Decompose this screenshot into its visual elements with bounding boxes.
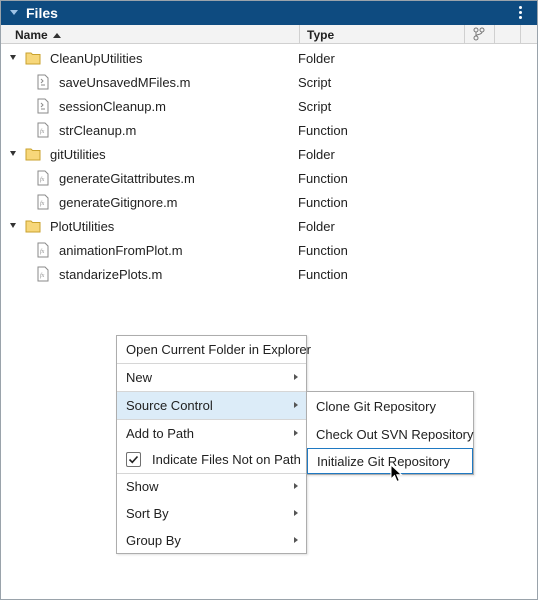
- menu-item-checkout-svn[interactable]: Check Out SVN Repository: [307, 421, 474, 448]
- tree-row-file[interactable]: saveUnsavedMFiles.m Script: [1, 70, 537, 94]
- tree-row-folder[interactable]: CleanUpUtilities Folder: [1, 46, 537, 70]
- script-file-icon: [37, 98, 49, 114]
- menu-item-sort-by[interactable]: Sort By: [117, 500, 306, 527]
- tree-item-label: animationFromPlot.m: [59, 243, 183, 258]
- context-menu: Open Current Folder in Explorer New Sour…: [116, 335, 311, 554]
- menu-item-label: Sort By: [126, 506, 169, 521]
- menu-item-label: New: [126, 370, 153, 385]
- checkmark-icon: [128, 455, 139, 464]
- submenu-arrow-icon: [294, 402, 298, 408]
- mouse-pointer-icon: [390, 464, 403, 483]
- tree-item-type: Function: [298, 171, 348, 186]
- tree-row-file[interactable]: fx strCleanup.m Function: [1, 118, 537, 142]
- svg-text:fx: fx: [40, 200, 45, 207]
- menu-item-label: Indicate Files Not on Path: [152, 452, 301, 467]
- tree-item-type: Function: [298, 123, 348, 138]
- tree-item-label: CleanUpUtilities: [50, 51, 143, 66]
- tree-item-type: Function: [298, 243, 348, 258]
- collapse-arrow-icon[interactable]: [10, 10, 18, 15]
- menu-item-show[interactable]: Show: [117, 473, 306, 500]
- function-file-icon: fx: [37, 122, 49, 138]
- column-divider[interactable]: [520, 25, 521, 44]
- function-file-icon: fx: [37, 170, 49, 186]
- tree-row-file[interactable]: fx generateGitattributes.m Function: [1, 166, 537, 190]
- expand-toggle-icon[interactable]: [10, 223, 16, 228]
- tree-item-label: strCleanup.m: [59, 123, 137, 138]
- expand-toggle-icon[interactable]: [10, 151, 16, 156]
- menu-item-add-to-path[interactable]: Add to Path: [117, 420, 306, 447]
- tree-item-type: Script: [298, 75, 332, 90]
- tree-row-file[interactable]: fx animationFromPlot.m Function: [1, 238, 537, 262]
- menu-item-label: Group By: [126, 533, 181, 548]
- source-control-submenu: Clone Git Repository Check Out SVN Repos…: [306, 391, 474, 475]
- column-divider[interactable]: [494, 25, 495, 44]
- script-file-icon: [37, 74, 49, 90]
- panel-titlebar: Files: [1, 1, 537, 25]
- menu-item-source-control[interactable]: Source Control: [117, 392, 306, 419]
- tree-item-label: gitUtilities: [50, 147, 106, 162]
- folder-icon: [25, 220, 41, 233]
- menu-item-label: Check Out SVN Repository: [316, 427, 474, 442]
- function-file-icon: fx: [37, 266, 49, 282]
- tree-item-label: generateGitignore.m: [59, 195, 178, 210]
- tree-item-type: Folder: [298, 147, 335, 162]
- menu-item-indicate-files[interactable]: Indicate Files Not on Path: [117, 446, 306, 473]
- tree-row-file[interactable]: fx standarizePlots.m Function: [1, 262, 537, 286]
- column-header: Name Type: [1, 25, 537, 44]
- svg-text:fx: fx: [40, 272, 45, 279]
- tree-item-type: Folder: [298, 51, 335, 66]
- menu-item-label: Show: [126, 479, 159, 494]
- git-branch-icon[interactable]: [472, 27, 486, 41]
- tree-item-label: sessionCleanup.m: [59, 99, 166, 114]
- menu-item-new[interactable]: New: [117, 364, 306, 391]
- folder-icon: [25, 52, 41, 65]
- submenu-arrow-icon: [294, 483, 298, 489]
- menu-item-label: Open Current Folder in Explorer: [126, 342, 311, 357]
- tree-item-label: saveUnsavedMFiles.m: [59, 75, 191, 90]
- tree-row-file[interactable]: fx generateGitignore.m Function: [1, 190, 537, 214]
- expand-toggle-icon[interactable]: [10, 55, 16, 60]
- svg-text:fx: fx: [40, 176, 45, 183]
- tree-row-folder[interactable]: PlotUtilities Folder: [1, 214, 537, 238]
- sort-ascending-icon: [53, 33, 61, 38]
- tree-item-type: Function: [298, 195, 348, 210]
- tree-row-folder[interactable]: gitUtilities Folder: [1, 142, 537, 166]
- menu-item-label: Source Control: [126, 398, 213, 413]
- submenu-arrow-icon: [294, 374, 298, 380]
- tree-item-type: Script: [298, 99, 332, 114]
- tree-item-type: Folder: [298, 219, 335, 234]
- tree-item-label: PlotUtilities: [50, 219, 115, 234]
- vertical-ellipsis-icon[interactable]: [517, 6, 525, 20]
- submenu-arrow-icon: [294, 430, 298, 436]
- menu-item-label: Add to Path: [126, 426, 194, 441]
- tree-item-label: generateGitattributes.m: [59, 171, 195, 186]
- function-file-icon: fx: [37, 194, 49, 210]
- folder-icon: [25, 148, 41, 161]
- svg-text:fx: fx: [40, 128, 45, 135]
- function-file-icon: fx: [37, 242, 49, 258]
- submenu-arrow-icon: [294, 537, 298, 543]
- menu-item-open-explorer[interactable]: Open Current Folder in Explorer: [117, 336, 311, 363]
- menu-item-label: Clone Git Repository: [316, 399, 436, 414]
- svg-text:fx: fx: [40, 248, 45, 255]
- tree-row-file[interactable]: sessionCleanup.m Script: [1, 94, 537, 118]
- menu-item-clone-git[interactable]: Clone Git Repository: [307, 393, 473, 420]
- menu-item-label: Initialize Git Repository: [317, 454, 450, 469]
- column-type-header[interactable]: Type: [307, 28, 334, 42]
- checkbox-checked[interactable]: [126, 452, 141, 467]
- tree-item-label: standarizePlots.m: [59, 267, 163, 282]
- menu-item-group-by[interactable]: Group By: [117, 527, 306, 554]
- submenu-arrow-icon: [294, 510, 298, 516]
- column-divider[interactable]: [464, 25, 465, 44]
- panel-title: Files: [26, 5, 58, 21]
- tree-item-type: Function: [298, 267, 348, 282]
- column-divider[interactable]: [299, 25, 300, 44]
- column-name-header[interactable]: Name: [15, 28, 48, 42]
